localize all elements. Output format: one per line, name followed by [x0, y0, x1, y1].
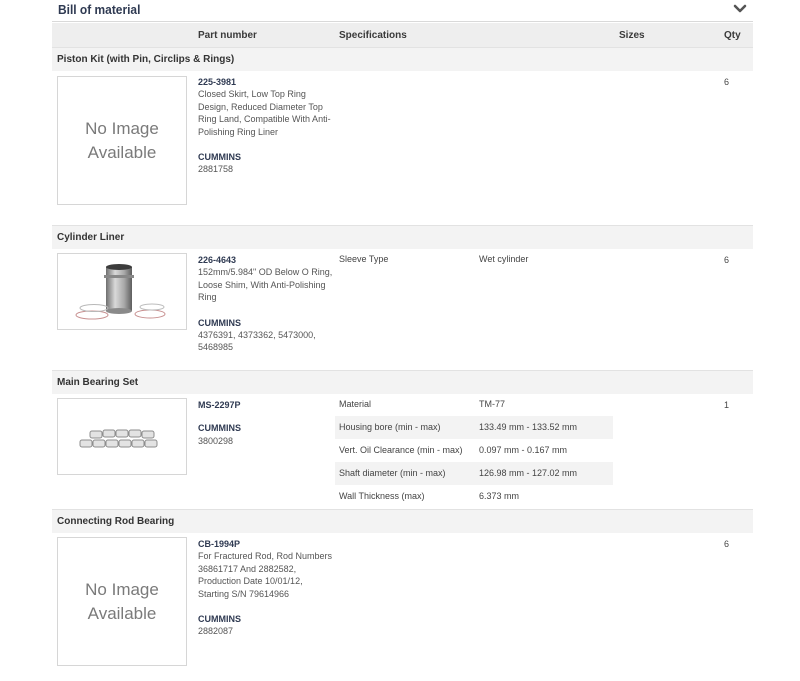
part-number-link[interactable]: CB-1994P [198, 538, 333, 550]
part-image-placeholder[interactable]: No Image Available [57, 76, 187, 205]
column-sizes: Sizes [619, 30, 645, 41]
spec-key: Wall Thickness (max) [339, 491, 425, 501]
part-description: For Fractured Rod, Rod Numbers 36861717 … [198, 551, 333, 599]
chevron-down-icon[interactable] [733, 3, 747, 15]
part-qty: 6 [724, 539, 730, 549]
spec-value: 0.097 mm - 0.167 mm [479, 445, 568, 455]
spec-value: TM-77 [479, 399, 506, 409]
part-number-link[interactable]: 225-3981 [198, 76, 333, 88]
column-header-row: Part number Specifications Sizes Qty [52, 23, 753, 47]
part-description: 152mm/5.984" OD Below O Ring, Loose Shim… [198, 267, 333, 303]
part-brand: CUMMINS [198, 317, 241, 328]
spec-row: Shaft diameter (min - max) 126.98 mm - 1… [335, 462, 613, 485]
part-qty: 1 [724, 400, 730, 410]
group-title: Piston Kit (with Pin, Circlips & Rings) [57, 54, 235, 65]
column-specifications: Specifications [339, 30, 407, 41]
spec-value: Wet cylinder [479, 254, 529, 264]
group-title: Connecting Rod Bearing [57, 516, 175, 527]
part-image-placeholder[interactable]: No Image Available [57, 537, 187, 666]
part-info: 226-4643 152mm/5.984" OD Below O Ring, L… [198, 254, 333, 354]
part-image-main-bearing-set[interactable] [57, 398, 187, 475]
spec-key: Housing bore (min - max) [339, 422, 441, 432]
spec-key: Sleeve Type [339, 254, 389, 264]
spec-key: Material [339, 399, 372, 409]
spec-value: 126.98 mm - 127.02 mm [479, 468, 578, 478]
part-qty: 6 [724, 255, 730, 265]
part-image-cylinder-liner[interactable] [57, 253, 187, 330]
spec-row: Wall Thickness (max) 6.373 mm [335, 485, 613, 508]
column-qty: Qty [724, 30, 741, 41]
cylinder-liner-icon [75, 263, 166, 319]
part-references: 2881758 [198, 164, 234, 175]
spec-row: Sleeve Type Wet cylinder [335, 248, 613, 271]
part-info: CB-1994P For Fractured Rod, Rod Numbers … [198, 538, 333, 638]
group-header-cylinder-liner: Cylinder Liner [52, 225, 753, 249]
bill-of-material-panel: Bill of material Part number Specificati… [52, 0, 753, 681]
part-number-link[interactable]: MS-2297P [198, 399, 333, 411]
group-header-connecting-rod-bearing: Connecting Rod Bearing [52, 509, 753, 533]
spec-row: Material TM-77 [335, 393, 613, 416]
no-image-text: No Image Available [85, 579, 159, 623]
part-brand: CUMMINS [198, 423, 241, 434]
part-description: Closed Skirt, Low Top Ring Design, Reduc… [198, 89, 331, 137]
part-references: 4376391, 4373362, 5473000, 5468985 [198, 330, 316, 353]
no-image-text: No Image Available [85, 118, 159, 162]
group-header-piston-kit: Piston Kit (with Pin, Circlips & Rings) [52, 47, 753, 71]
part-brand: CUMMINS [198, 614, 241, 625]
panel-title: Bill of material [58, 2, 141, 17]
bearing-set-icon [79, 429, 158, 447]
part-qty: 6 [724, 77, 730, 87]
spec-row: Vert. Oil Clearance (min - max) 0.097 mm… [335, 439, 613, 462]
group-title: Cylinder Liner [57, 232, 125, 243]
panel-header[interactable]: Bill of material [52, 0, 753, 22]
part-info: 225-3981 Closed Skirt, Low Top Ring Desi… [198, 76, 333, 176]
spec-key: Shaft diameter (min - max) [339, 468, 446, 478]
part-number-link[interactable]: 226-4643 [198, 254, 333, 266]
column-part-number: Part number [198, 30, 257, 41]
spec-row: Housing bore (min - max) 133.49 mm - 133… [335, 416, 613, 439]
part-references: 3800298 [198, 435, 234, 446]
spec-value: 133.49 mm - 133.52 mm [479, 422, 578, 432]
group-header-main-bearing-set: Main Bearing Set [52, 370, 753, 394]
spec-key: Vert. Oil Clearance (min - max) [339, 445, 463, 455]
spec-value: 6.373 mm [479, 491, 520, 501]
part-info: MS-2297P CUMMINS 3800298 [198, 399, 333, 447]
group-title: Main Bearing Set [57, 377, 139, 388]
part-references: 2882087 [198, 626, 234, 637]
part-brand: CUMMINS [198, 152, 241, 163]
